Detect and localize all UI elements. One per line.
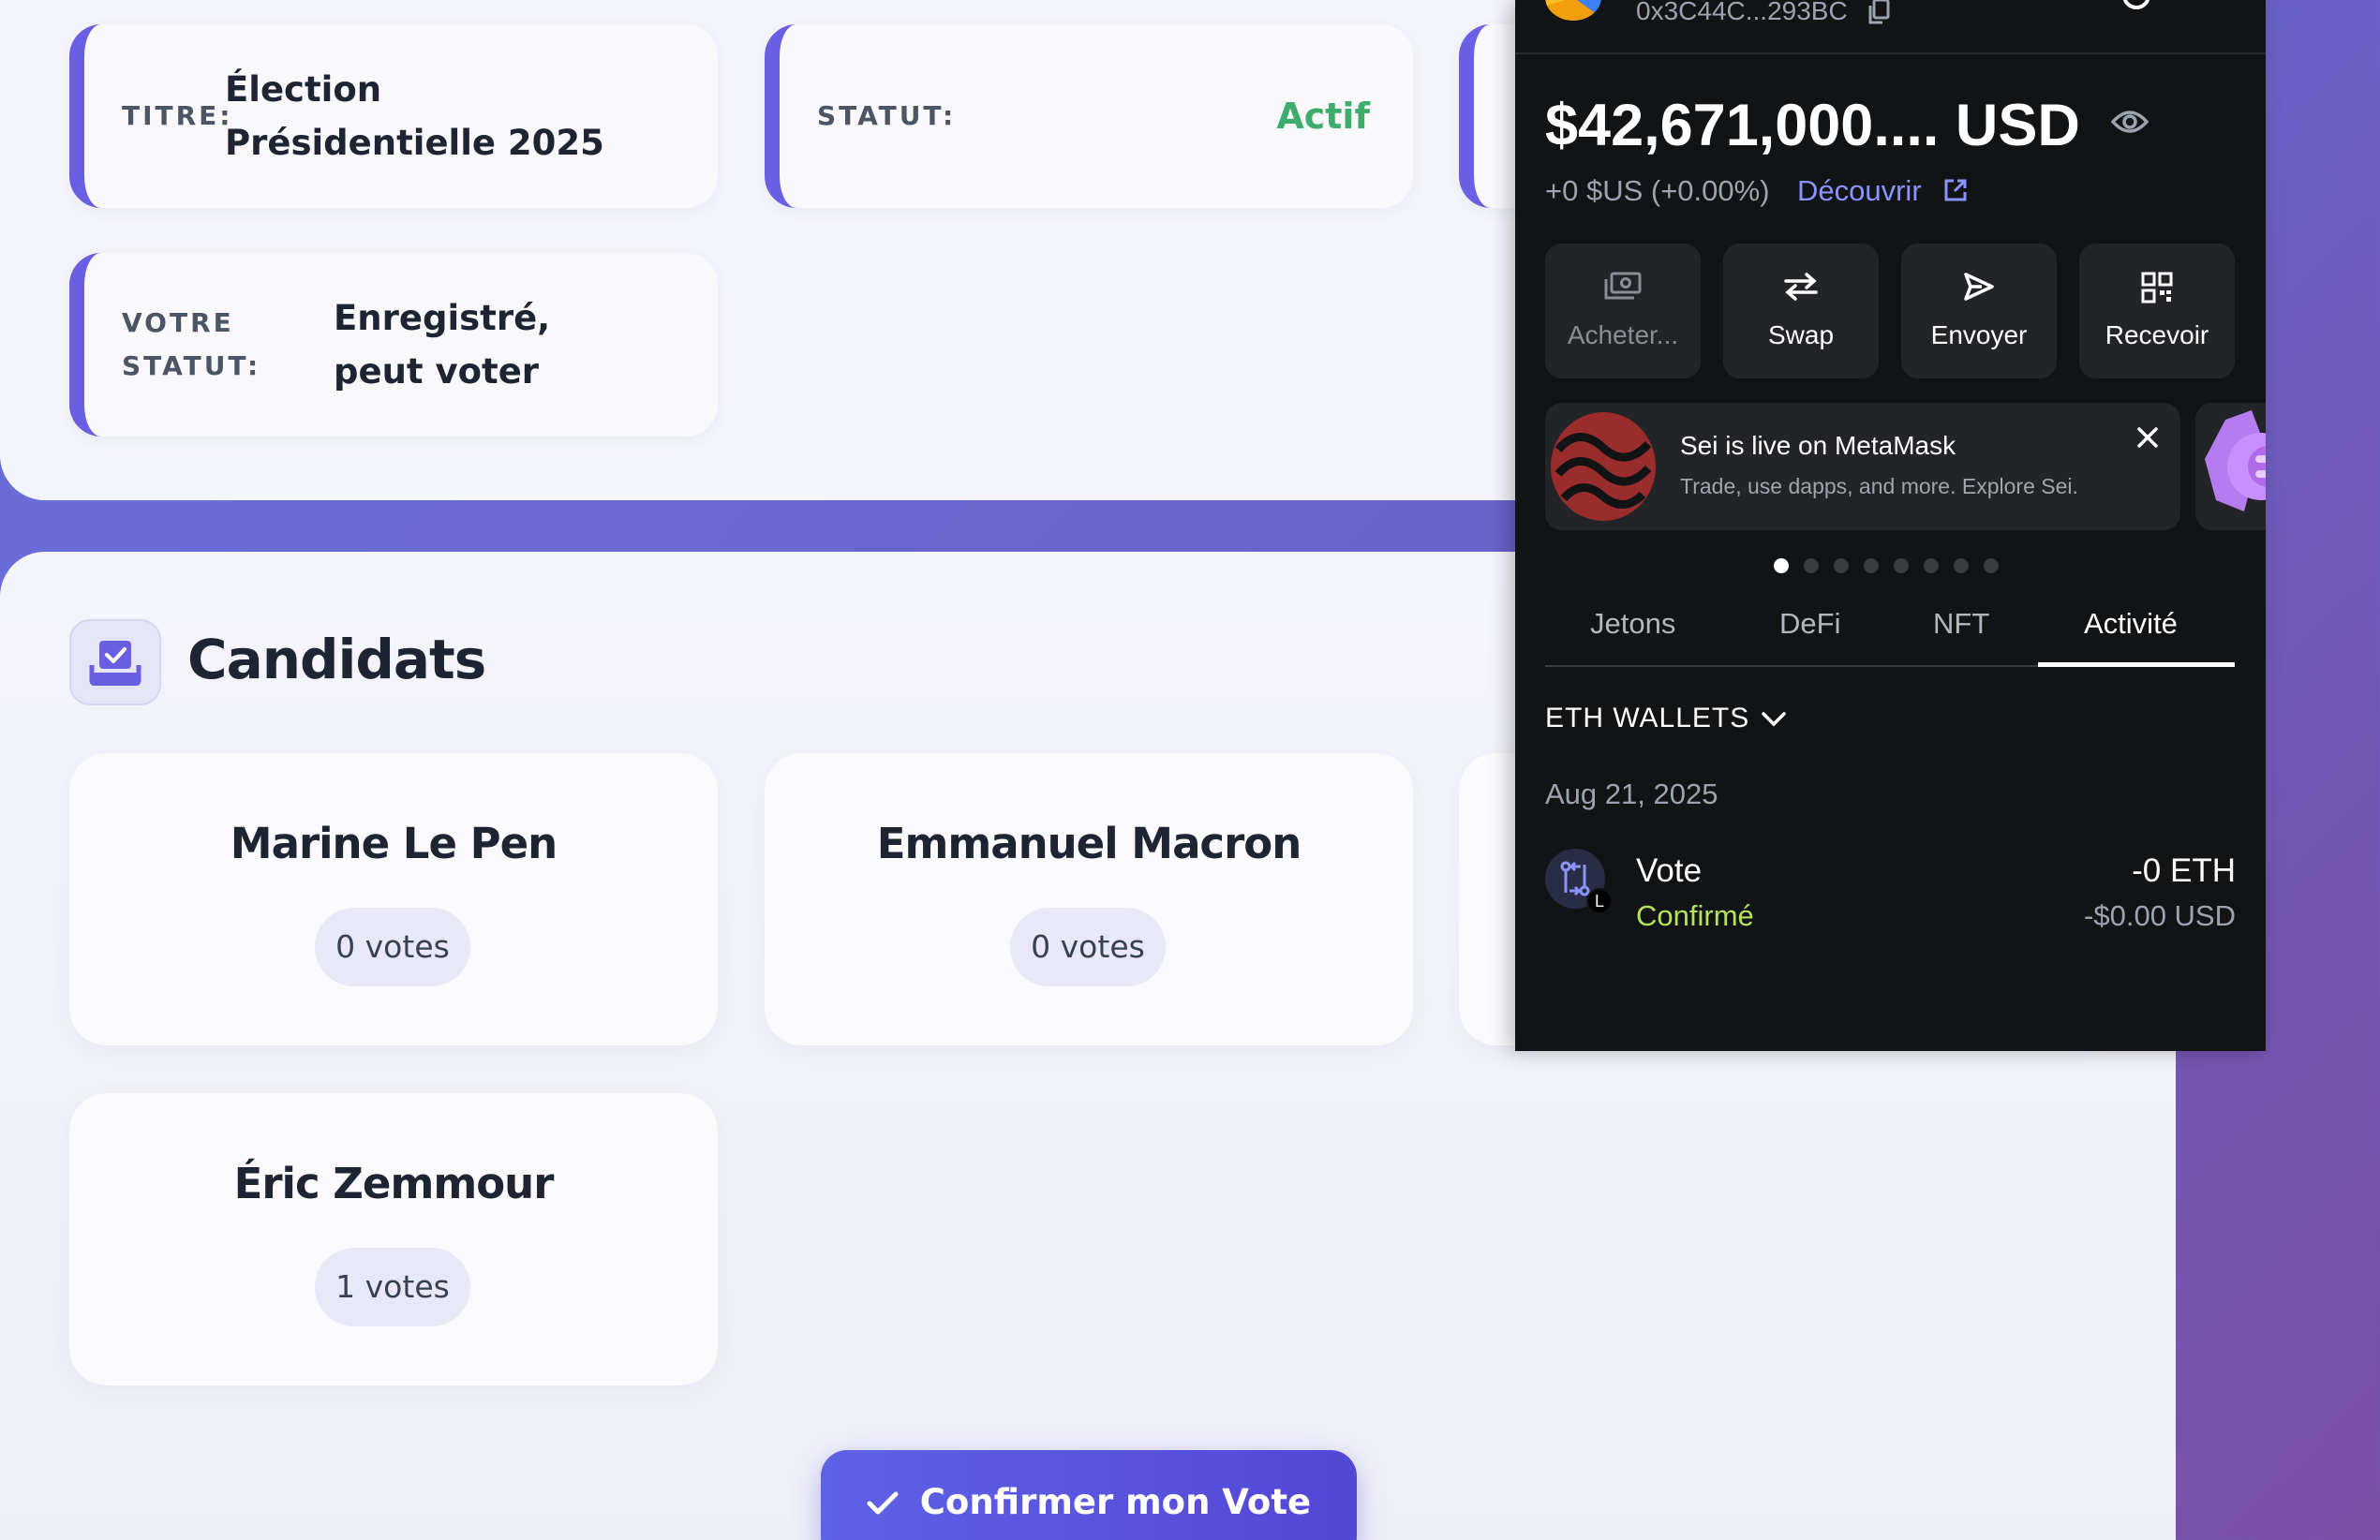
banner-subtitle: Trade, use dapps, and more. Explore Sei. — [1680, 474, 2078, 498]
send-label: Envoyer — [1930, 320, 2028, 349]
active-tab-indicator — [2038, 662, 2235, 667]
carousel-dot[interactable] — [1774, 558, 1789, 573]
receive-label: Recevoir — [2105, 320, 2209, 349]
network-badge: L — [1586, 888, 1613, 914]
wallet-balance: $42,671,000.... USD — [1545, 93, 2080, 158]
vote-count-badge: 0 votes — [1010, 908, 1166, 986]
menu-icon[interactable] — [2122, 0, 2150, 9]
vote-count-badge: 1 votes — [315, 1248, 470, 1326]
send-button[interactable]: Envoyer — [1901, 244, 2057, 378]
candidate-card-marine-le-pen[interactable]: Marine Le Pen 0 votes — [69, 753, 718, 1045]
carousel-dot[interactable] — [1804, 558, 1819, 573]
header-divider — [1515, 52, 2266, 54]
swap-arrows-icon — [1723, 272, 1879, 305]
swap-button[interactable]: Swap — [1723, 244, 1879, 378]
carousel-dot[interactable] — [1894, 558, 1909, 573]
eye-icon[interactable] — [2110, 109, 2149, 140]
check-icon — [867, 1482, 911, 1522]
carousel-dot[interactable] — [1834, 558, 1849, 573]
send-icon — [1901, 272, 2057, 305]
copy-icon[interactable] — [1867, 0, 1891, 31]
transaction-status: Confirmé — [1636, 899, 1754, 932]
transaction-title[interactable]: Vote — [1636, 852, 1702, 890]
candidate-card-eric-zemmour[interactable]: Éric Zemmour 1 votes — [69, 1093, 718, 1385]
swap-label: Swap — [1767, 320, 1835, 349]
qr-code-icon — [2079, 272, 2235, 305]
carousel-dot[interactable] — [1954, 558, 1969, 573]
carousel-indicator — [1774, 558, 1999, 573]
candidate-name: Marine Le Pen — [230, 819, 558, 868]
election-title-card: TITRE: Élection Présidentielle 2025 — [69, 24, 718, 208]
next-promo-banner[interactable] — [2195, 403, 2266, 530]
election-title-value: Élection Présidentielle 2025 — [225, 69, 604, 163]
network-filter[interactable]: ETH WALLETS — [1545, 703, 1749, 734]
balance-change: +0 $US (+0.00%) — [1545, 174, 1770, 207]
candidates-title: Candidats — [187, 628, 486, 691]
metamask-popup: 0x3C44C...293BC $42,671,000.... USD +0 $… — [1515, 0, 2266, 1051]
receive-button[interactable]: Recevoir — [2079, 244, 2235, 378]
account-avatar[interactable] — [1545, 0, 1601, 21]
tab-tokens[interactable]: Jetons — [1590, 607, 1675, 641]
buy-label: Acheter... — [1567, 320, 1679, 349]
ballot-box-check-icon — [69, 619, 161, 705]
confirm-vote-label: Confirmer mon Vote — [919, 1482, 1312, 1522]
discover-link[interactable]: Découvrir — [1797, 174, 1922, 208]
promo-token-icon — [2205, 410, 2266, 511]
banner-title: Sei is live on MetaMask — [1680, 431, 1956, 460]
chevron-down-icon[interactable] — [1761, 710, 1787, 733]
external-link-icon[interactable] — [1942, 177, 1969, 208]
voter-status-label: VOTRE STATUT: — [122, 307, 261, 381]
transaction-amount-usd: -$0.00 USD — [2084, 899, 2236, 932]
cash-icon — [1545, 272, 1701, 305]
candidate-name: Éric Zemmour — [233, 1159, 555, 1208]
carousel-dot[interactable] — [1924, 558, 1939, 573]
tab-defi[interactable]: DeFi — [1779, 607, 1840, 641]
election-status-value: Actif — [1276, 95, 1370, 137]
activity-date: Aug 21, 2025 — [1545, 777, 1718, 810]
election-status-label: STATUT: — [817, 100, 957, 131]
confirm-vote-button[interactable]: Confirmer mon Vote — [821, 1450, 1357, 1540]
close-icon[interactable] — [2135, 425, 2160, 454]
wallet-tabs: Jetons DeFi NFT Activité — [1545, 600, 2235, 667]
vote-count-badge: 0 votes — [315, 908, 470, 986]
voter-status-card: VOTRE STATUT: Enregistré, peut voter — [69, 253, 718, 437]
election-title-label: TITRE: — [122, 100, 233, 131]
voter-status-value: Enregistré, peut voter — [334, 298, 551, 392]
carousel-dot[interactable] — [1984, 558, 1999, 573]
account-address[interactable]: 0x3C44C...293BC — [1636, 0, 1848, 26]
transaction-amount: -0 ETH — [2132, 852, 2236, 889]
sei-logo-icon — [1551, 412, 1656, 521]
candidate-card-emmanuel-macron[interactable]: Emmanuel Macron 0 votes — [765, 753, 1413, 1045]
election-status-card: STATUT: Actif — [765, 24, 1413, 208]
tab-activity[interactable]: Activité — [2084, 607, 2178, 641]
candidate-name: Emmanuel Macron — [876, 819, 1302, 868]
buy-button[interactable]: Acheter... — [1545, 244, 1701, 378]
tab-nft[interactable]: NFT — [1933, 607, 1989, 641]
sei-promo-banner[interactable]: Sei is live on MetaMask Trade, use dapps… — [1545, 403, 2180, 530]
carousel-dot[interactable] — [1864, 558, 1879, 573]
